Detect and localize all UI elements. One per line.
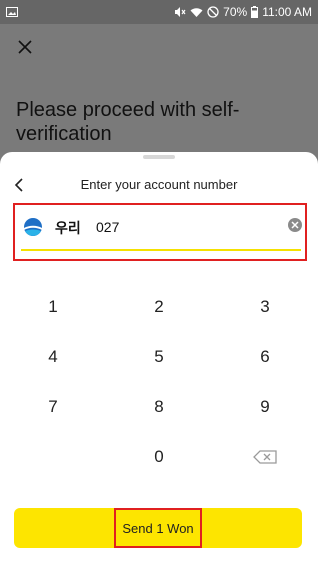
key-2[interactable]: 2	[106, 282, 212, 332]
backspace-icon	[253, 450, 277, 464]
send-button-label: Send 1 Won	[114, 508, 202, 548]
mute-icon	[174, 6, 186, 18]
no-sign-icon	[207, 6, 219, 18]
woori-bank-logo-icon	[24, 218, 42, 236]
close-icon[interactable]	[14, 36, 36, 58]
bank-name[interactable]: 우리	[55, 218, 81, 238]
page-title: Please proceed with self-verification	[16, 99, 240, 145]
key-1[interactable]: 1	[0, 282, 106, 332]
number-keypad: 1 2 3 4 5 6 7 8 9 0	[0, 282, 318, 482]
clear-input-icon[interactable]	[287, 217, 303, 233]
key-0[interactable]: 0	[106, 432, 212, 482]
battery-icon	[251, 6, 259, 18]
status-right: 70% 11:00 AM	[174, 5, 312, 19]
account-field[interactable]: 우리	[13, 203, 307, 261]
key-4[interactable]: 4	[0, 332, 106, 382]
key-7[interactable]: 7	[0, 382, 106, 432]
account-number-input[interactable]	[96, 216, 256, 238]
backspace-button[interactable]	[212, 432, 318, 482]
account-bottom-sheet: Enter your account number 우리 1 2 3 4 5 6…	[0, 152, 318, 563]
key-5[interactable]: 5	[106, 332, 212, 382]
wifi-icon	[190, 7, 203, 18]
image-icon	[6, 7, 18, 17]
key-9[interactable]: 9	[212, 382, 318, 432]
sheet-title: Enter your account number	[80, 177, 238, 192]
key-3[interactable]: 3	[212, 282, 318, 332]
send-1-won-button[interactable]: Send 1 Won	[14, 508, 302, 548]
battery-percentage: 70%	[223, 5, 248, 19]
status-bar: 70% 11:00 AM	[0, 0, 318, 24]
status-time: 11:00 AM	[262, 5, 312, 19]
key-8[interactable]: 8	[106, 382, 212, 432]
input-underline	[21, 249, 301, 251]
sheet-grabber[interactable]	[143, 155, 175, 159]
status-left	[6, 7, 18, 17]
key-6[interactable]: 6	[212, 332, 318, 382]
